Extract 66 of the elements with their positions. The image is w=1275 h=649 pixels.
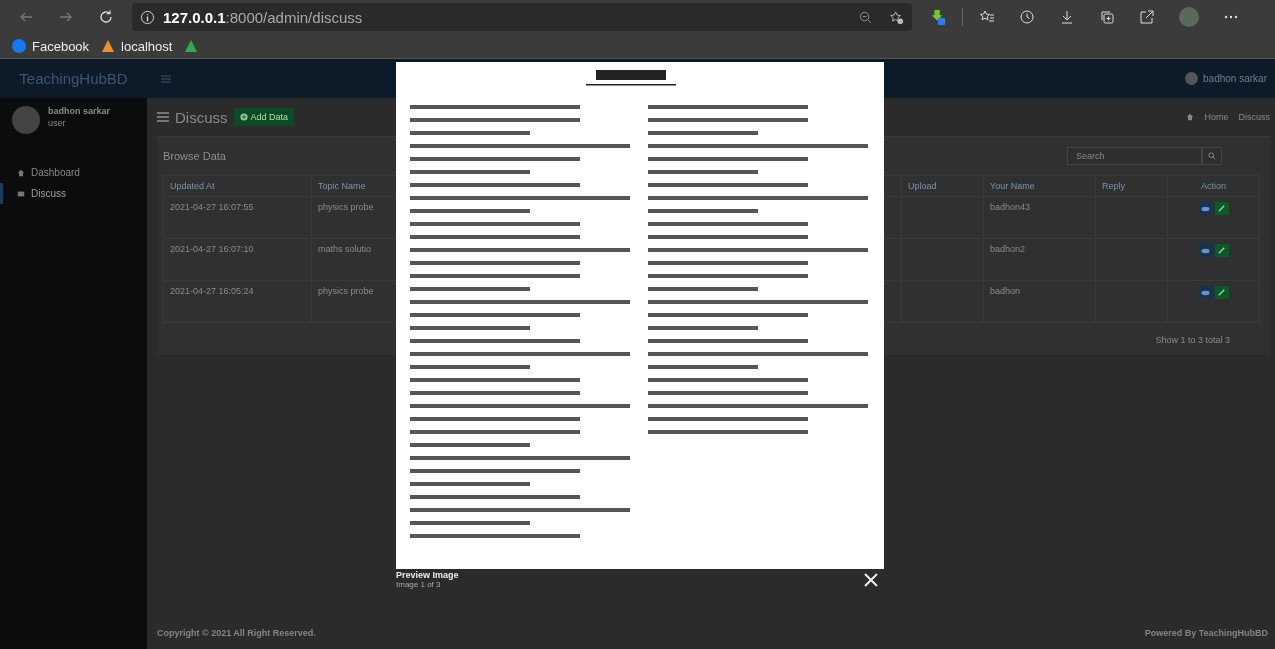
card-title: Browse Data [163, 150, 226, 162]
pagination-text: Show 1 to 3 total 3 [1154, 334, 1231, 345]
preview-title: Preview Image [396, 570, 459, 580]
menu-icon [157, 112, 169, 122]
table-cell: badhon43 [984, 197, 1096, 238]
column-header: Upload [902, 176, 984, 196]
download-icon[interactable] [1059, 9, 1075, 25]
favorites-icon[interactable] [979, 9, 995, 25]
info-icon[interactable] [140, 9, 155, 25]
pencil-icon [1217, 288, 1226, 297]
circle-logo-icon [12, 39, 26, 53]
bookmark-link[interactable]: Facebook [12, 38, 90, 54]
search-button[interactable] [1202, 147, 1222, 165]
eye-icon [1201, 289, 1210, 296]
table-cell: 2021-04-27 16:07:10 [164, 239, 312, 280]
view-button[interactable] [1198, 244, 1213, 257]
close-icon[interactable] [864, 573, 878, 587]
column-header: Your Name [984, 176, 1096, 196]
user-menu[interactable]: badhon sarkar [1198, 73, 1275, 84]
user-role: user [48, 118, 67, 128]
search-icon [1208, 152, 1216, 160]
table-icon [17, 189, 25, 198]
table-cell: badhon2 [984, 239, 1096, 280]
search-field[interactable]: Search [1067, 147, 1202, 165]
download-arrow-icon[interactable] [930, 9, 946, 25]
table-cell: badhon [984, 281, 1096, 322]
pencil-icon [1217, 204, 1226, 213]
sidebar-item[interactable]: Discuss [31, 188, 66, 199]
url-text: 127.0.0.1:8000/admin/discuss [163, 8, 363, 26]
view-button[interactable] [1198, 286, 1213, 299]
sidebar-item[interactable]: Dashboard [31, 167, 80, 178]
add-favorite-icon[interactable] [889, 9, 904, 25]
avatar-icon [1185, 72, 1199, 85]
user-avatar [12, 106, 40, 134]
triangle-logo-icon [101, 39, 116, 53]
plus-circle-icon [239, 113, 248, 121]
home-icon [1186, 113, 1195, 121]
edit-button[interactable] [1214, 244, 1229, 257]
breadcrumb-link[interactable]: Discuss [1238, 112, 1270, 122]
column-header: Action [1200, 180, 1227, 193]
copyright-text: Copyright © 2021 All Right Reserved. [157, 628, 316, 638]
column-header: Updated At [164, 176, 312, 196]
breadcrumb-link[interactable]: Home [1204, 112, 1229, 122]
edit-button[interactable] [1214, 286, 1229, 299]
powered-by-text: Powered By TeachingHubBD [1144, 628, 1268, 638]
triangle-logo-icon[interactable] [184, 39, 199, 53]
zoom-out-icon[interactable] [858, 9, 873, 25]
bookmark-link[interactable]: localhost [101, 38, 173, 54]
page-title: Discuss [175, 108, 228, 126]
pencil-icon [1217, 246, 1226, 255]
add-data-button[interactable]: Add Data [233, 108, 295, 126]
collections-icon[interactable] [1099, 9, 1115, 25]
table-cell: 2021-04-27 16:05:24 [164, 281, 312, 322]
share-icon[interactable] [1139, 9, 1155, 25]
eye-icon [1201, 205, 1210, 212]
eye-icon [1201, 247, 1210, 254]
home-icon [17, 168, 25, 177]
image-counter: Image 1 of 3 [396, 580, 442, 589]
column-header: Reply [1096, 176, 1168, 196]
table-cell: 2021-04-27 16:07:55 [164, 197, 312, 238]
user-name: badhon sarkar [48, 106, 111, 116]
reload-icon[interactable] [98, 9, 114, 25]
view-button[interactable] [1198, 202, 1213, 215]
history-icon[interactable] [1019, 9, 1035, 25]
address-bar[interactable]: 127.0.0.1:8000/admin/discuss [132, 3, 912, 31]
edit-button[interactable] [1214, 202, 1229, 215]
